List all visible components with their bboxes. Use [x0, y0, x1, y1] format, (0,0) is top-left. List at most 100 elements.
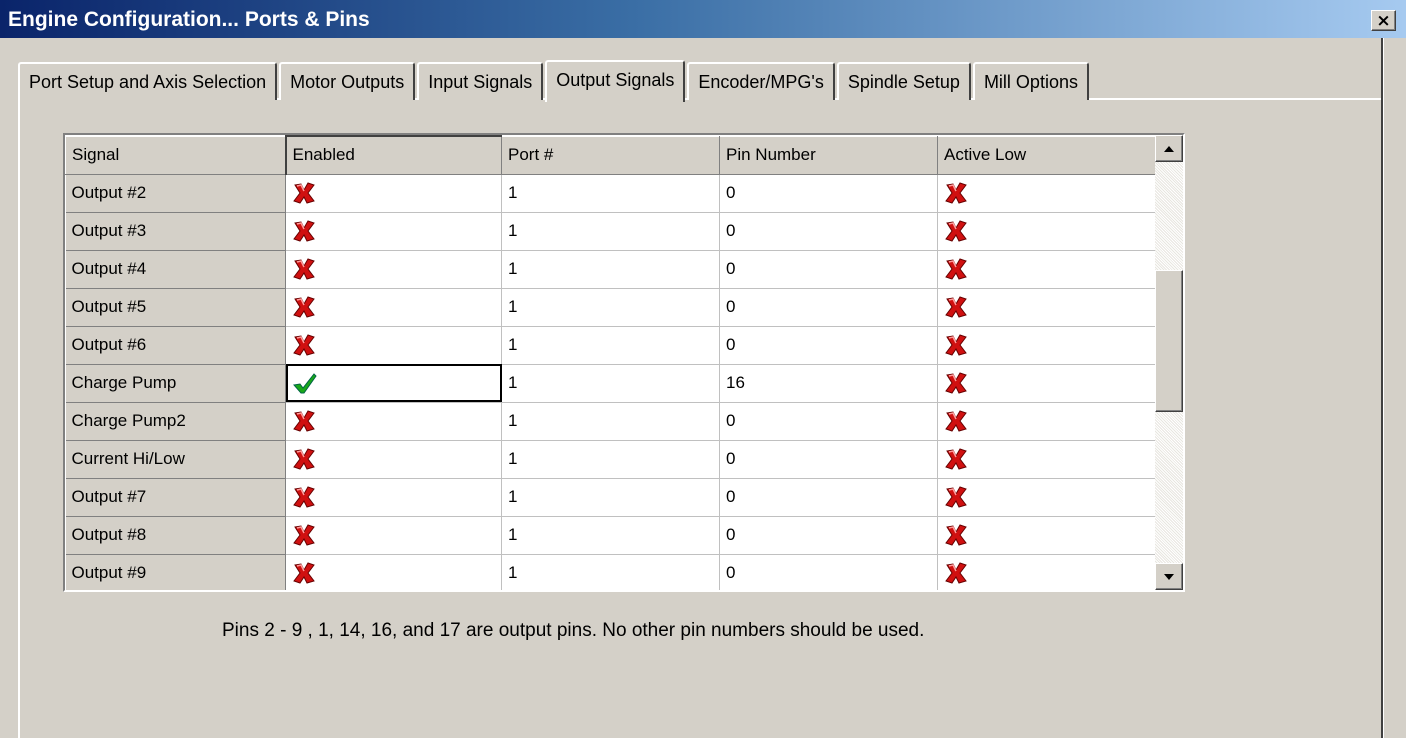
pin-number-cell[interactable]: 0 [719, 174, 938, 213]
tab-label: Spindle Setup [847, 71, 960, 92]
tab-label: Motor Outputs [290, 71, 405, 92]
port-cell[interactable]: 1 [501, 174, 720, 213]
table-row[interactable]: Charge Pump2 1 0 [65, 401, 1156, 441]
pin-number-cell[interactable]: 0 [719, 402, 938, 441]
port-cell[interactable]: 1 [501, 364, 720, 403]
active-low-toggle-cell[interactable] [937, 554, 1156, 590]
red-x-icon [945, 562, 967, 584]
signal-name-cell: Output #2 [65, 173, 286, 213]
active-low-toggle-cell[interactable] [937, 326, 1156, 365]
window-title: Engine Configuration... Ports & Pins [8, 8, 370, 31]
window-edge-highlight [1383, 38, 1384, 738]
table-row[interactable]: Output #5 1 0 [65, 287, 1156, 327]
grid-vertical-scrollbar[interactable] [1155, 135, 1183, 590]
red-x-icon [293, 220, 315, 242]
tab-port-setup-and-axis-selection[interactable]: Port Setup and Axis Selection [18, 62, 278, 100]
tab-strip: Port Setup and Axis Selection Motor Outpu… [18, 58, 1091, 102]
port-cell[interactable]: 1 [501, 288, 720, 327]
pin-number-cell[interactable]: 16 [719, 364, 938, 403]
pin-number-cell[interactable]: 0 [719, 516, 938, 555]
tab-spindle-setup[interactable]: Spindle Setup [836, 62, 971, 100]
signal-name-cell: Output #9 [65, 553, 286, 590]
enabled-toggle-cell[interactable] [285, 440, 502, 479]
port-cell[interactable]: 1 [501, 440, 720, 479]
port-cell[interactable]: 1 [501, 554, 720, 590]
table-row[interactable]: Current Hi/Low 1 0 [65, 439, 1156, 479]
tab-output-signals[interactable]: Output Signals [545, 60, 686, 102]
column-header-signal[interactable]: Signal [65, 135, 286, 175]
table-row[interactable]: Output #3 1 0 [65, 211, 1156, 251]
red-x-icon [945, 258, 967, 280]
pin-number-cell[interactable]: 0 [719, 212, 938, 251]
pin-number-cell[interactable]: 0 [719, 554, 938, 590]
scroll-down-button[interactable] [1155, 563, 1183, 590]
table-row[interactable]: Output #4 1 0 [65, 249, 1156, 289]
pin-number-cell[interactable]: 0 [719, 250, 938, 289]
column-header-pin-number[interactable]: Pin Number [719, 135, 938, 175]
scroll-up-button[interactable] [1155, 135, 1183, 162]
table-row[interactable]: Output #9 1 0 [65, 553, 1156, 590]
enabled-toggle-cell[interactable] [285, 250, 502, 289]
red-x-icon [293, 334, 315, 356]
port-cell[interactable]: 1 [501, 326, 720, 365]
red-x-icon [945, 486, 967, 508]
active-low-toggle-cell[interactable] [937, 402, 1156, 441]
enabled-toggle-cell[interactable] [285, 174, 502, 213]
enabled-toggle-cell[interactable] [285, 364, 502, 403]
active-low-toggle-cell[interactable] [937, 212, 1156, 251]
active-low-toggle-cell[interactable] [937, 364, 1156, 403]
pin-number-cell[interactable]: 0 [719, 326, 938, 365]
table-row[interactable]: Charge Pump 1 16 [65, 363, 1156, 403]
signal-name-cell: Output #6 [65, 325, 286, 365]
enabled-toggle-cell[interactable] [285, 212, 502, 251]
table-row[interactable]: Output #6 1 0 [65, 325, 1156, 365]
port-cell[interactable]: 1 [501, 250, 720, 289]
enabled-toggle-cell[interactable] [285, 516, 502, 555]
port-cell[interactable]: 1 [501, 402, 720, 441]
red-x-icon [945, 296, 967, 318]
enabled-toggle-cell[interactable] [285, 554, 502, 590]
tab-motor-outputs[interactable]: Motor Outputs [279, 62, 416, 100]
enabled-toggle-cell[interactable] [285, 288, 502, 327]
active-low-toggle-cell[interactable] [937, 440, 1156, 479]
table-row[interactable]: Output #8 1 0 [65, 515, 1156, 555]
port-cell[interactable]: 1 [501, 478, 720, 517]
enabled-toggle-cell[interactable] [285, 326, 502, 365]
signal-name-cell: Current Hi/Low [65, 439, 286, 479]
pin-number-cell[interactable]: 0 [719, 478, 938, 517]
table-row[interactable]: Output #7 1 0 [65, 477, 1156, 517]
pin-number-cell[interactable]: 0 [719, 440, 938, 479]
signal-name-cell: Charge Pump [65, 363, 286, 403]
red-x-icon [293, 524, 315, 546]
column-header-active-low[interactable]: Active Low [937, 135, 1156, 175]
active-low-toggle-cell[interactable] [937, 516, 1156, 555]
red-x-icon [945, 524, 967, 546]
red-x-icon [945, 372, 967, 394]
red-x-icon [945, 410, 967, 432]
red-x-icon [945, 448, 967, 470]
tab-mill-options[interactable]: Mill Options [972, 62, 1089, 100]
scroll-thumb[interactable] [1155, 270, 1183, 412]
active-low-toggle-cell[interactable] [937, 288, 1156, 327]
column-header-port[interactable]: Port # [501, 135, 720, 175]
grid-header-row: Signal Enabled Port # Pin Number Active Low [65, 135, 1156, 175]
enabled-toggle-cell[interactable] [285, 402, 502, 441]
arrow-up-icon [1164, 145, 1174, 152]
pin-number-cell[interactable]: 0 [719, 288, 938, 327]
close-button[interactable]: × [1371, 10, 1396, 31]
table-row[interactable]: Output #2 1 0 [65, 173, 1156, 213]
tab-input-signals[interactable]: Input Signals [417, 62, 544, 100]
red-x-icon [945, 220, 967, 242]
enabled-toggle-cell[interactable] [285, 478, 502, 517]
tab-encoder-mpg-s[interactable]: Encoder/MPG's [687, 62, 835, 100]
active-low-toggle-cell[interactable] [937, 478, 1156, 517]
port-cell[interactable]: 1 [501, 516, 720, 555]
red-x-icon [293, 562, 315, 584]
port-cell[interactable]: 1 [501, 212, 720, 251]
tab-label: Port Setup and Axis Selection [29, 71, 267, 92]
signal-name-cell: Output #3 [65, 211, 286, 251]
active-low-toggle-cell[interactable] [937, 250, 1156, 289]
red-x-icon [945, 334, 967, 356]
active-low-toggle-cell[interactable] [937, 174, 1156, 213]
column-header-enabled[interactable]: Enabled [284, 135, 502, 175]
